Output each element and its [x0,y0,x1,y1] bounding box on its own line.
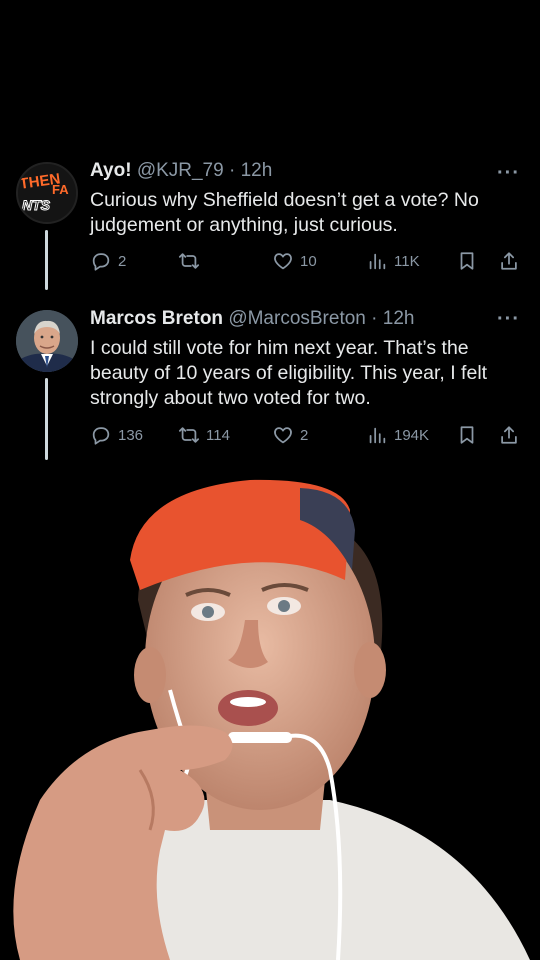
retweet-icon [178,253,200,269]
bookmark-button[interactable] [456,424,478,446]
svg-text:FA: FA [52,182,69,197]
avatar-logo: THEN FA NTS [18,164,76,222]
more-icon[interactable]: ··· [497,162,520,185]
thread-line [45,230,48,290]
views-icon [369,253,386,270]
tweet-ayo[interactable]: THEN FA NTS Ayo! @KJR_79 · 12h ··· Curio… [0,158,540,290]
tweet-thread: THEN FA NTS Ayo! @KJR_79 · 12h ··· Curio… [0,0,540,470]
views-icon [369,427,386,444]
like-count: 10 [300,252,317,270]
reply-button[interactable]: 136 [90,424,143,446]
creator-video-overlay [0,470,540,960]
avatar[interactable] [16,310,78,372]
views-button[interactable]: 11K [366,250,420,272]
retweet-button[interactable]: 114 [178,424,230,446]
tweet-header: Ayo! @KJR_79 · 12h [90,160,273,181]
view-count: 194K [394,426,430,444]
reply-count: 2 [118,252,127,270]
retweet-icon [178,427,200,443]
display-name[interactable]: Marcos Breton [90,308,223,329]
reply-button[interactable]: 2 [90,250,126,272]
creator-illustration [13,479,530,960]
share-icon [501,252,517,270]
timestamp[interactable]: 12h [241,160,273,181]
tweet-text: I could still vote for him next year. Th… [90,337,488,409]
tweet-header: Marcos Breton @MarcosBreton · 12h [90,308,415,329]
tweet-actions: 136 114 2 194K [90,424,522,450]
reply-icon [92,427,110,445]
thread-line [45,378,48,460]
bookmark-button[interactable] [456,250,478,272]
view-count: 11K [394,252,420,270]
display-name[interactable]: Ayo! [90,160,132,181]
share-button[interactable] [498,250,520,272]
like-count: 2 [300,426,309,444]
more-icon[interactable]: ··· [497,308,520,331]
reply-count: 136 [118,426,144,444]
handle[interactable]: @MarcosBreton [228,308,366,329]
like-button[interactable]: 10 [272,250,317,272]
avatar[interactable]: THEN FA NTS [16,162,78,224]
share-icon [501,426,517,444]
tweet-marcos-breton[interactable]: Marcos Breton @MarcosBreton · 12h ··· I … [0,302,540,462]
handle[interactable]: @KJR_79 [137,160,224,181]
like-icon [274,427,292,444]
retweet-button[interactable] [178,250,206,272]
reply-icon [92,253,110,271]
avatar-photo [16,310,78,372]
timestamp[interactable]: 12h [383,308,415,329]
views-button[interactable]: 194K [366,424,429,446]
tweet-text: Curious why Sheffield doesn’t get a vote… [90,189,479,236]
bookmark-icon [460,252,474,270]
tweet-actions: 2 10 11K [90,250,522,276]
like-button[interactable]: 2 [272,424,308,446]
retweet-count: 114 [206,426,230,444]
like-icon [274,253,292,270]
bookmark-icon [460,426,474,444]
share-button[interactable] [498,424,520,446]
svg-text:NTS: NTS [22,197,51,213]
